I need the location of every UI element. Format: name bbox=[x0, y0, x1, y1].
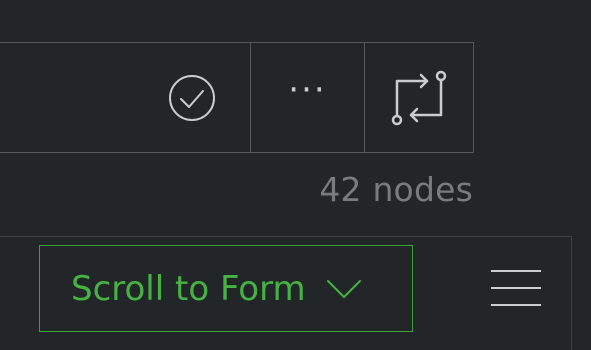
scroll-to-form-label: Scroll to Form bbox=[71, 268, 306, 309]
form-navigation-bar: Scroll to Form bbox=[0, 236, 572, 350]
scroll-to-form-button[interactable]: Scroll to Form bbox=[39, 245, 413, 332]
more-icon: ··· bbox=[288, 69, 327, 110]
confirm-button[interactable] bbox=[133, 43, 250, 152]
action-toolbar: ··· bbox=[0, 42, 474, 153]
chevron-down-icon bbox=[326, 279, 361, 298]
swap-button[interactable] bbox=[364, 43, 473, 152]
hamburger-menu-icon bbox=[491, 270, 541, 306]
menu-button[interactable] bbox=[490, 268, 542, 308]
check-circle-icon bbox=[168, 74, 215, 121]
node-count-label: 42 nodes bbox=[319, 170, 473, 209]
swap-arrows-icon bbox=[391, 70, 447, 125]
more-options-button[interactable]: ··· bbox=[250, 43, 364, 152]
